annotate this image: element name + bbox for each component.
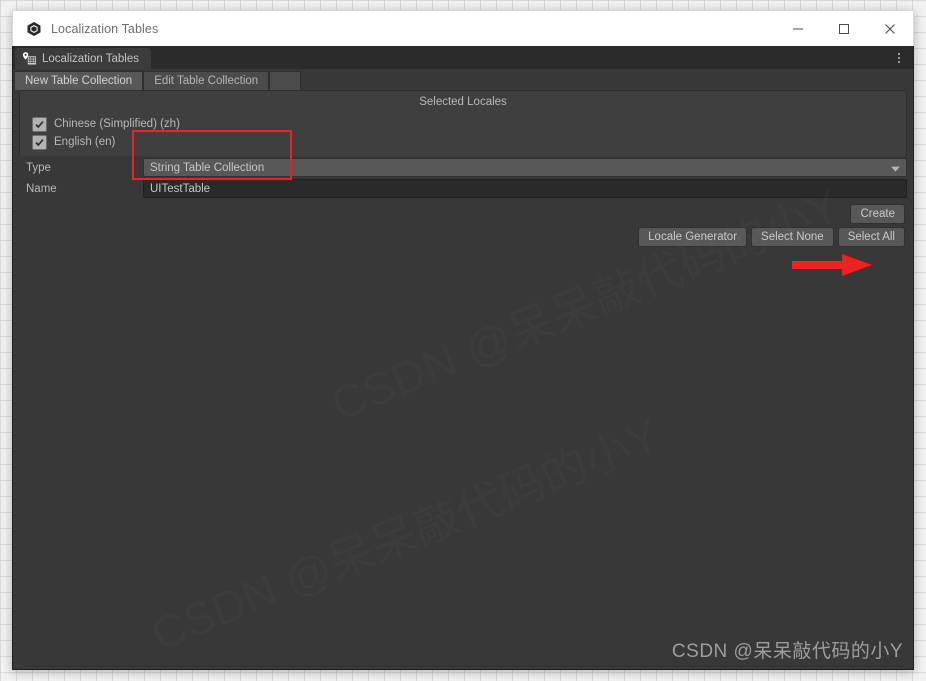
- window-titlebar: Localization Tables: [12, 10, 914, 46]
- unity-logo-icon: [26, 21, 42, 37]
- locale-actions-row: Locale Generator Select None Select All: [13, 227, 913, 247]
- locale-generator-button[interactable]: Locale Generator: [638, 227, 748, 247]
- type-dropdown-value: String Table Collection: [150, 161, 265, 174]
- window-title: Localization Tables: [51, 21, 159, 36]
- select-none-button[interactable]: Select None: [751, 227, 834, 247]
- locale-label-english: English (en): [54, 136, 116, 148]
- minimize-button[interactable]: [775, 12, 821, 46]
- type-dropdown[interactable]: String Table Collection: [143, 158, 907, 177]
- locale-generator-label: Locale Generator: [648, 231, 738, 243]
- select-all-button[interactable]: Select All: [837, 227, 905, 247]
- csdn-watermark: CSDN @呆呆敲代码的小Y: [671, 641, 903, 662]
- locale-label-chinese: Chinese (Simplified) (zh): [54, 118, 180, 130]
- form-row-name: Name UITestTable: [13, 178, 913, 199]
- table-collection-form: Type String Table Collection Name UITest…: [13, 156, 913, 247]
- overflow-menu-icon[interactable]: [892, 50, 906, 66]
- tab-label: Localization Tables: [42, 52, 139, 65]
- form-row-type: Type String Table Collection: [13, 157, 913, 178]
- create-button[interactable]: Create: [850, 204, 905, 224]
- name-input[interactable]: UITestTable: [143, 179, 907, 198]
- locale-list: Chinese (Simplified) (zh) English (en): [20, 113, 906, 156]
- mode-tab-trailing-space: [269, 71, 302, 90]
- type-label: Type: [26, 161, 51, 174]
- tab-new-table-collection[interactable]: New Table Collection: [14, 71, 144, 90]
- tab-localization-tables[interactable]: Localization Tables: [15, 48, 151, 69]
- locale-item-chinese[interactable]: Chinese (Simplified) (zh): [20, 115, 906, 133]
- localization-tables-window: Localization Tables Localization Tables …: [12, 10, 914, 670]
- select-none-label: Select None: [761, 231, 824, 243]
- maximize-button[interactable]: [821, 12, 867, 46]
- tab-edit-table-collection[interactable]: Edit Table Collection: [143, 71, 270, 90]
- name-input-value: UITestTable: [150, 182, 211, 195]
- annotation-arrow-to-create: [792, 252, 872, 278]
- locale-checkbox-chinese[interactable]: [32, 116, 47, 132]
- locale-item-english[interactable]: English (en): [20, 133, 906, 151]
- tab-new-table-collection-label: New Table Collection: [25, 75, 133, 87]
- chevron-down-icon: [891, 159, 900, 177]
- editor-tabstrip: Localization Tables: [12, 46, 914, 69]
- close-button[interactable]: [867, 12, 913, 46]
- mode-tab-bar: New Table Collection Edit Table Collecti…: [13, 69, 913, 90]
- tab-edit-table-collection-label: Edit Table Collection: [154, 75, 259, 87]
- locale-checkbox-english[interactable]: [32, 134, 47, 150]
- selected-locales-header: Selected Locales: [419, 96, 507, 108]
- select-all-label: Select All: [847, 231, 895, 243]
- create-button-label: Create: [860, 208, 895, 220]
- create-button-row: Create: [13, 204, 913, 224]
- watermark-ghost-secondary: CSDN @呆呆敲代码的小Y: [140, 400, 668, 664]
- selected-locales-panel: Selected Locales Chinese (Simplified) (z…: [19, 90, 907, 156]
- localization-table-icon: [22, 51, 37, 66]
- window-controls: [775, 11, 913, 46]
- editor-body: CSDN @呆呆敲代码的小Y CSDN @呆呆敲代码的小Y New Table …: [12, 69, 914, 670]
- name-label: Name: [26, 182, 57, 195]
